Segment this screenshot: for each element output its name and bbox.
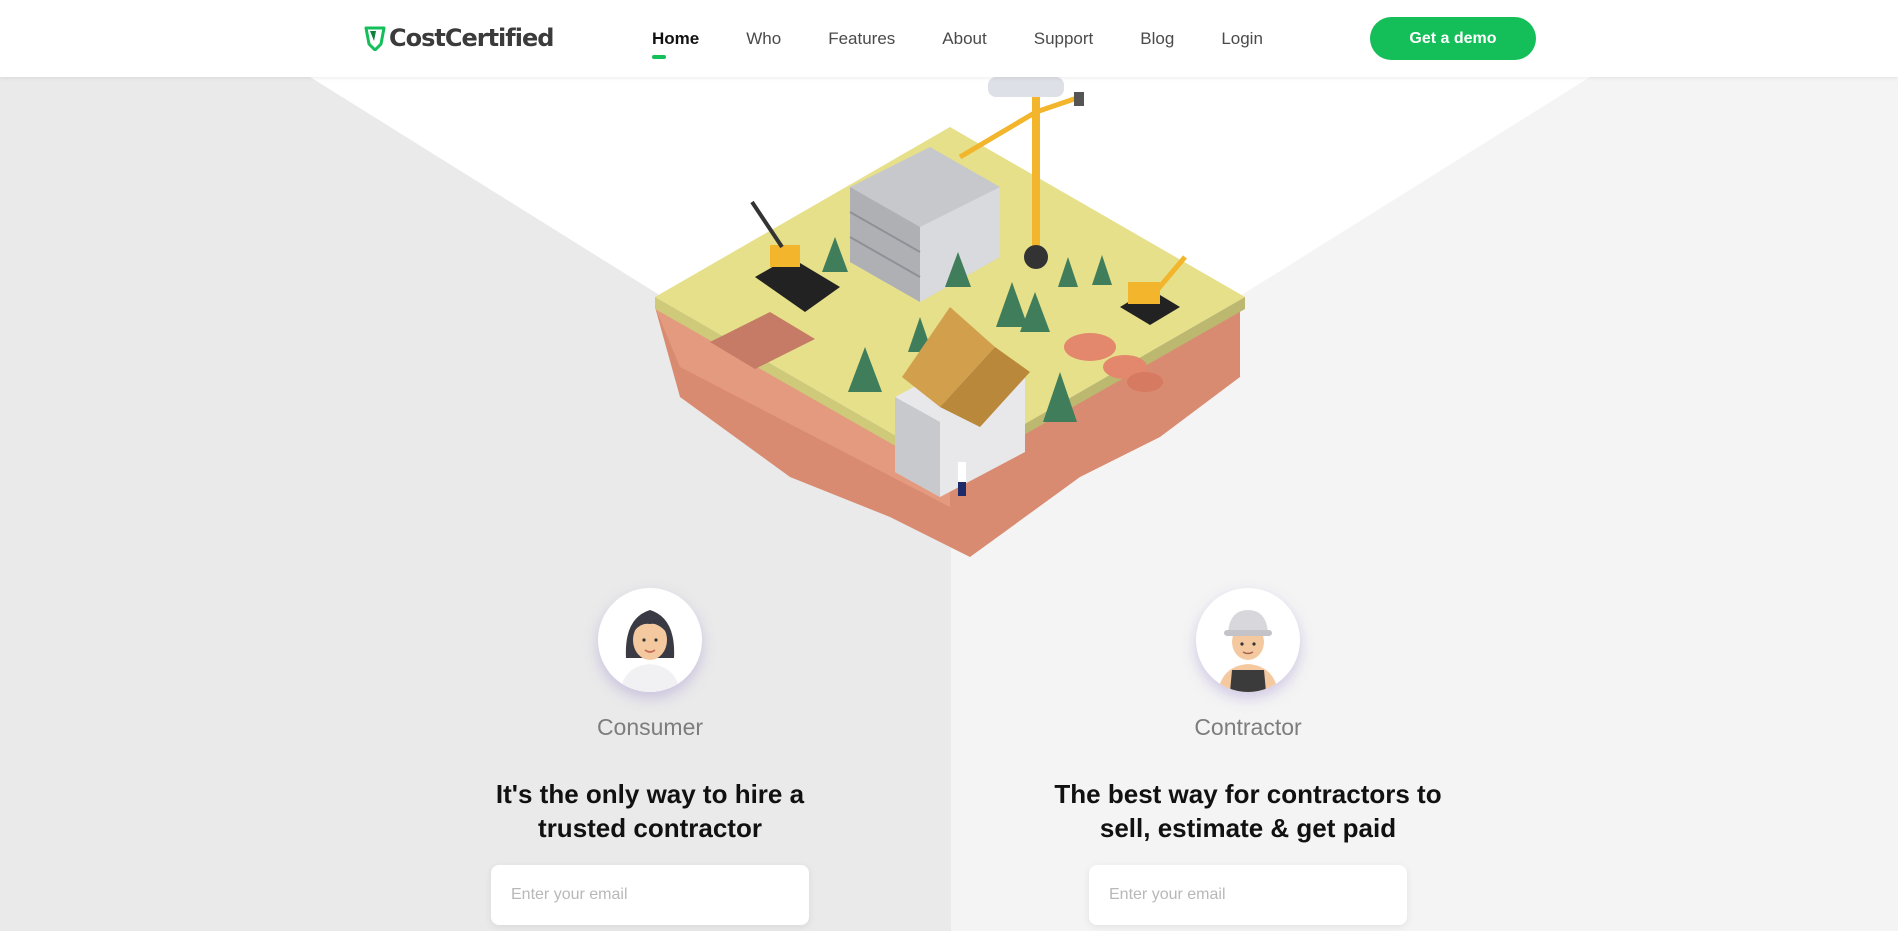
nav-about[interactable]: About [942, 29, 986, 49]
contractor-email-input[interactable] [1089, 865, 1407, 925]
logo[interactable]: CostCertified [364, 22, 554, 54]
nav-login[interactable]: Login [1221, 29, 1263, 49]
contractor-avatar [1196, 588, 1300, 692]
consumer-headline: It's the only way to hire a trusted cont… [440, 777, 860, 845]
nav-blog[interactable]: Blog [1140, 29, 1174, 49]
construction-site-illustration [655, 77, 1245, 557]
contractor-headline-line-1: The best way for contractors to [1054, 779, 1442, 809]
consumer-headline-line-1: It's the only way to hire a [495, 779, 805, 809]
contractor-role-label: Contractor [1194, 714, 1302, 740]
nav-features[interactable]: Features [828, 29, 895, 49]
consumer-email-input[interactable] [491, 865, 809, 925]
contractor-headline-line-2: sell, estimate & get paid [1099, 813, 1397, 843]
woman-avatar-icon [620, 610, 680, 692]
consumer-avatar [598, 588, 702, 692]
get-a-demo-button[interactable]: Get a demo [1370, 17, 1536, 60]
site-header: CostCertified Home Who Features About Su… [0, 0, 1898, 77]
consumer-section: Consumer It's the only way to hire a tru… [440, 588, 860, 925]
contractor-section: Contractor The best way for contractors … [1038, 588, 1458, 925]
nav-home[interactable]: Home [652, 29, 699, 59]
main-nav: Home Who Features About Support Blog Log… [652, 0, 1310, 77]
consumer-headline-line-2: trusted contractor [538, 813, 762, 843]
contractor-headline: The best way for contractors to sell, es… [1038, 777, 1458, 845]
logo-text: CostCertified [389, 24, 554, 52]
consumer-role-label: Consumer [596, 714, 704, 740]
nav-support[interactable]: Support [1034, 29, 1094, 49]
shield-logo-icon [364, 26, 386, 51]
construction-worker-avatar-icon [1218, 610, 1278, 692]
nav-who[interactable]: Who [746, 29, 781, 49]
